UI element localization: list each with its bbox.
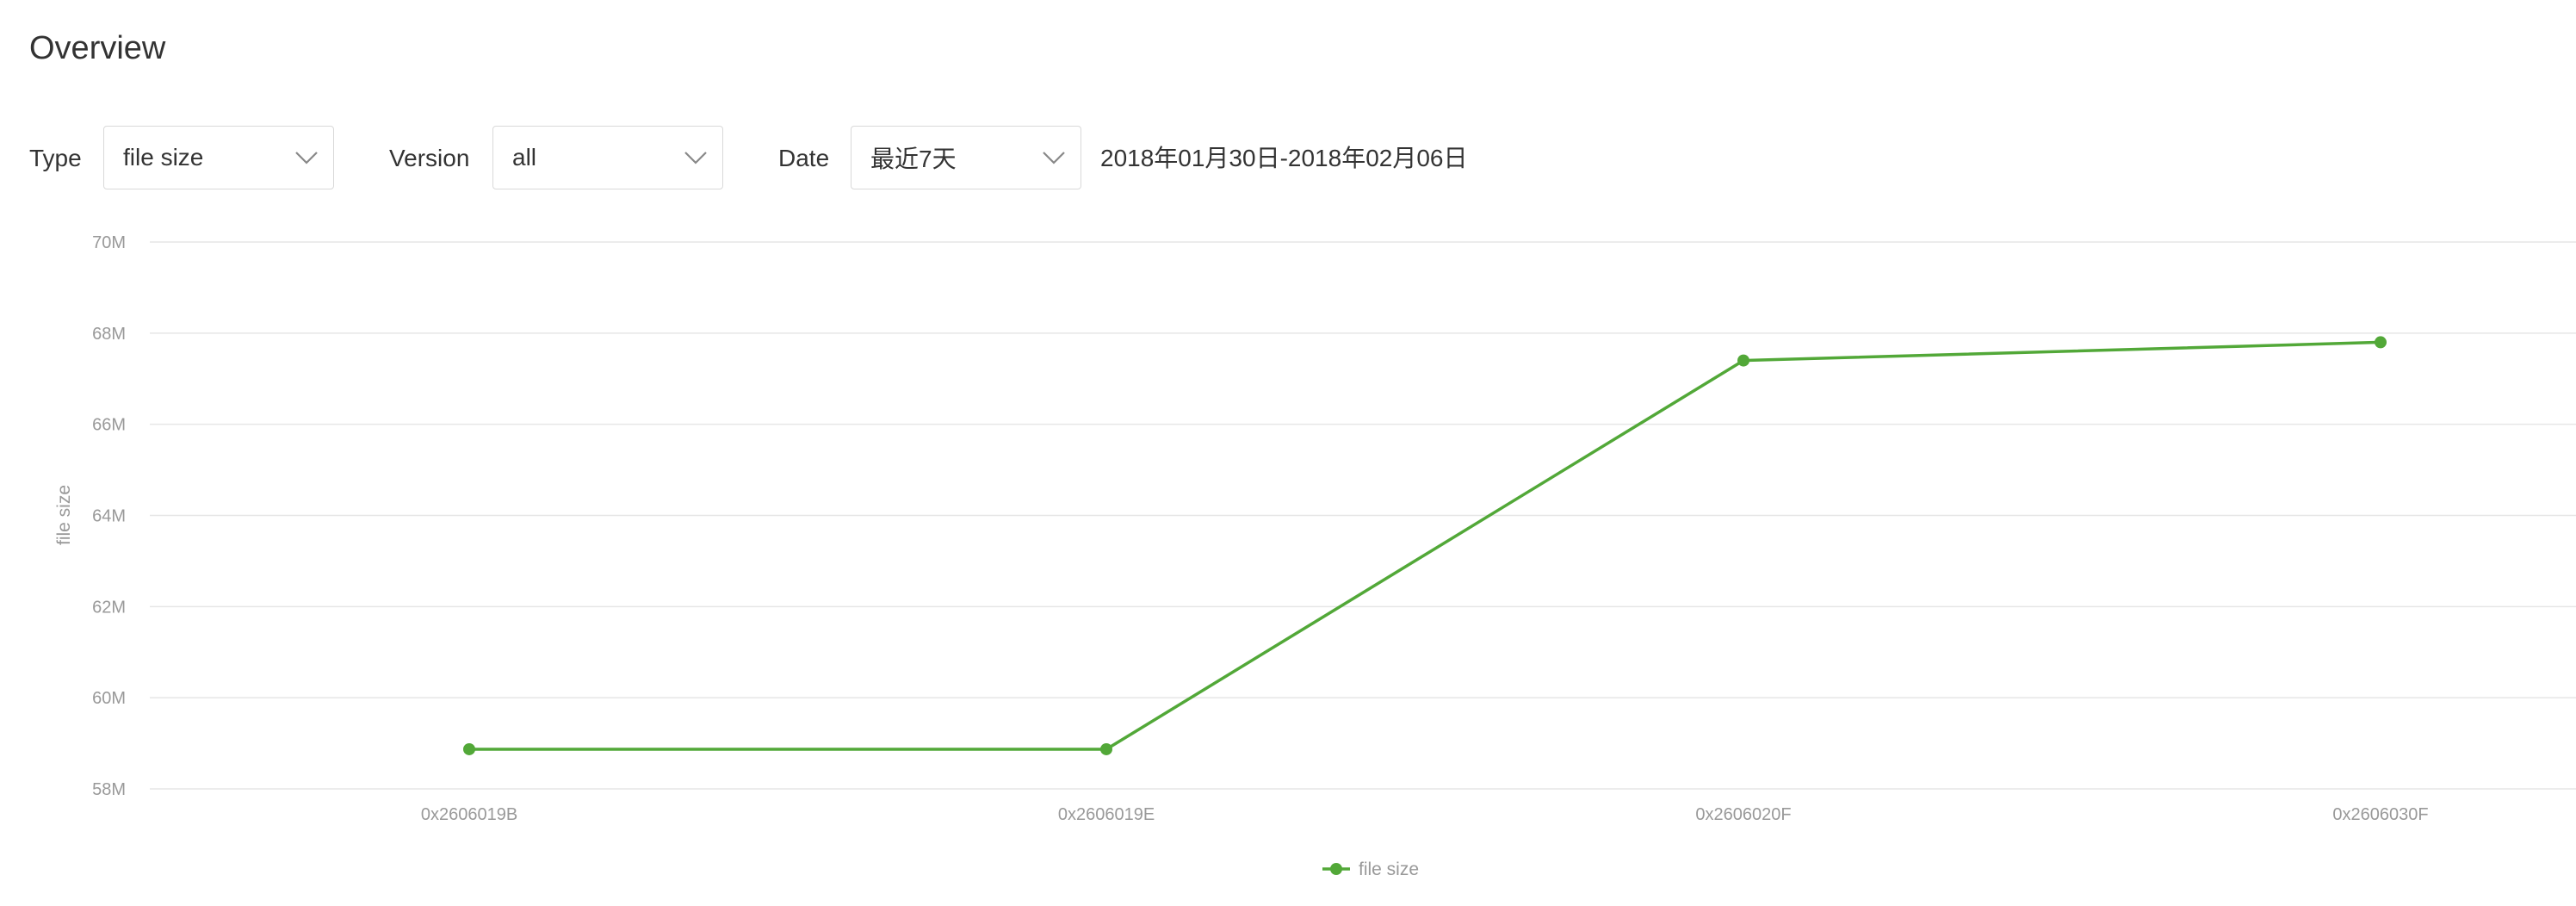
y-axis-ticks: 58M 60M 62M 64M 66M 68M 70M [92, 233, 126, 799]
y-tick-label: 58M [92, 780, 126, 799]
chart-series [463, 336, 2387, 755]
y-tick-label: 64M [92, 507, 126, 526]
x-tick-label: 0x2606030F [2332, 805, 2428, 824]
x-tick-label: 0x2606019B [421, 805, 517, 824]
chart-grid [150, 241, 2576, 790]
data-point[interactable] [2375, 336, 2387, 349]
chart-legend[interactable]: file size [1322, 859, 1419, 879]
y-axis-title: file size [54, 485, 74, 545]
x-axis-ticks: 0x2606019B 0x2606019E 0x2606020F 0x2606030F [421, 805, 2429, 824]
x-tick-label: 0x2606019E [1058, 805, 1155, 824]
data-point[interactable] [1100, 742, 1112, 755]
y-tick-label: 66M [92, 416, 126, 435]
series-line [469, 340, 2381, 751]
line-chart: 58M60M62M64M66M68M70M 0x2606019B 0x260601… [54, 233, 2576, 879]
y-tick-label: 68M [92, 325, 126, 344]
data-point[interactable] [463, 742, 475, 755]
data-point[interactable] [1737, 354, 1749, 367]
legend-marker-icon [1330, 863, 1342, 875]
y-tick-label: 60M [92, 689, 126, 708]
legend-label: file size [1359, 859, 1419, 879]
y-tick-label: 62M [92, 598, 126, 617]
y-tick-label: 70M [92, 233, 126, 252]
x-tick-label: 0x2606020F [1695, 805, 1791, 824]
